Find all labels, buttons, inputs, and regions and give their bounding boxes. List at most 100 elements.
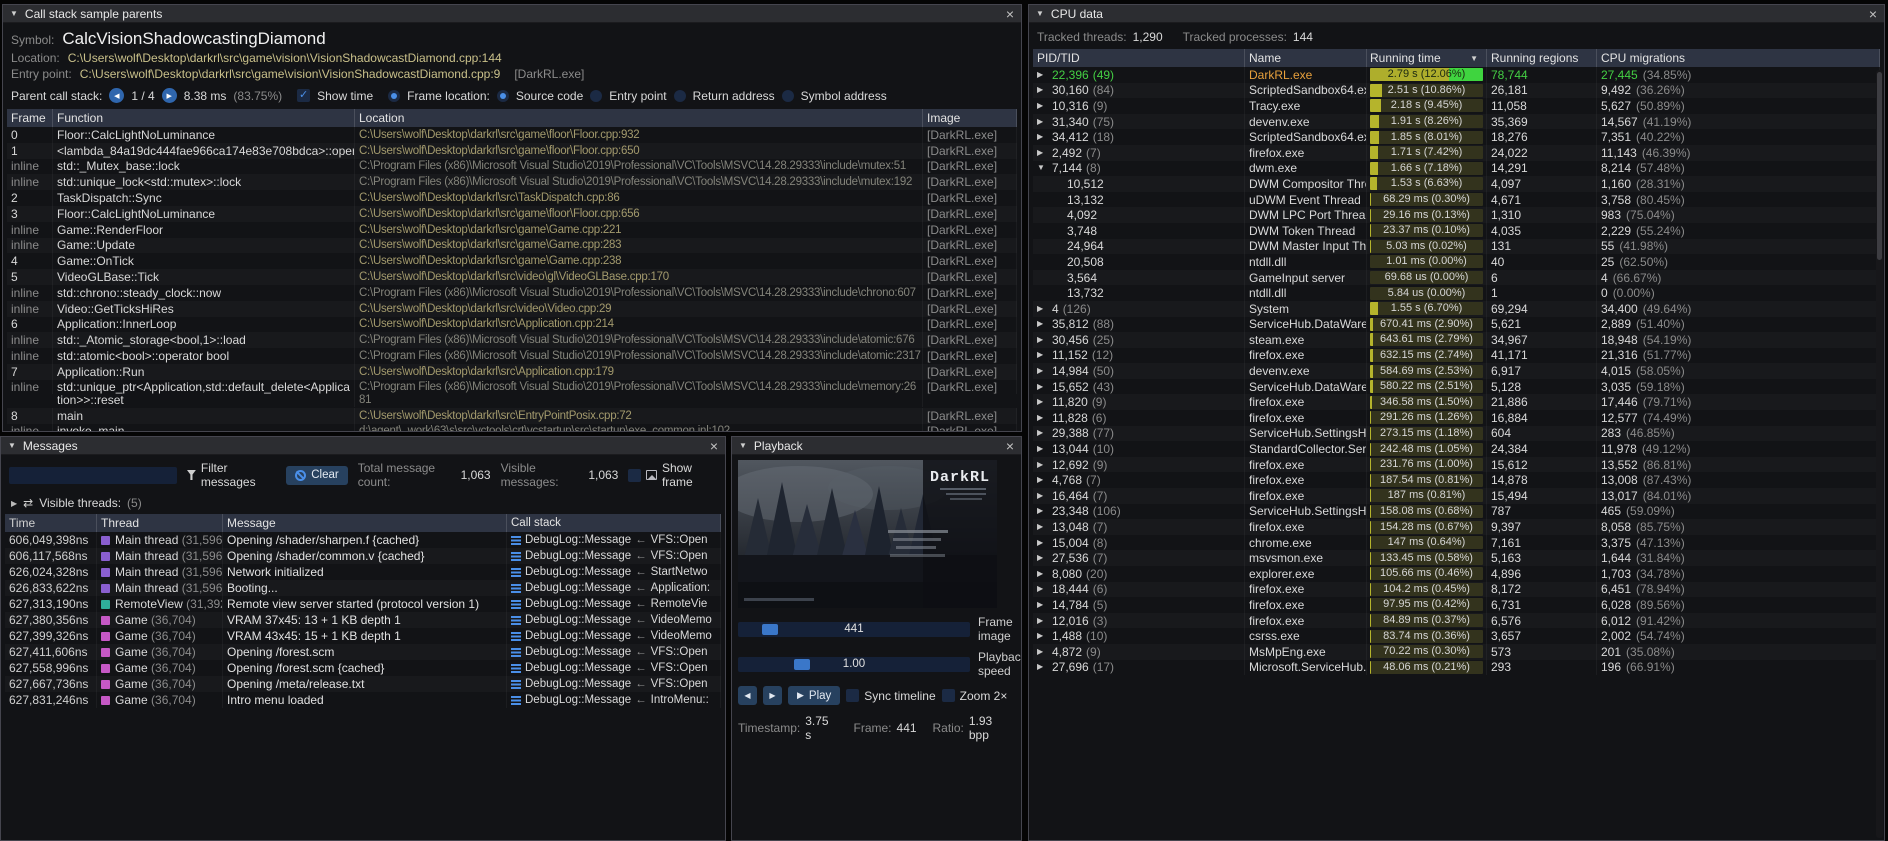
callstack-icon[interactable] <box>511 584 521 593</box>
cpu-row[interactable]: 13,732ntdll.dll5.84 us (0.00%)10(0.00%) <box>1033 285 1880 301</box>
expand-icon[interactable]: ▶ <box>1037 383 1048 391</box>
callstack-row[interactable]: 3Floor::CalcLightNoLuminanceC:\Users\wol… <box>7 206 1017 222</box>
cpu-row[interactable]: ▶2,492(7)firefox.exe1.71 s (7.42%)24,022… <box>1033 145 1880 161</box>
expand-icon[interactable]: ▶ <box>1037 86 1048 94</box>
step-forward-button[interactable]: ▶ <box>763 686 782 705</box>
callstack-icon[interactable] <box>511 648 521 657</box>
expand-icon[interactable]: ▶ <box>1037 149 1048 157</box>
callstack-row[interactable]: 6Application::InnerLoopC:\Users\wolf\Des… <box>7 317 1017 333</box>
message-row[interactable]: 627,313,190nsRemoteView (31,392)Remote v… <box>5 596 721 612</box>
expand-icon[interactable]: ▶ <box>1037 320 1048 328</box>
playback-speed-slider[interactable]: 1.00 <box>738 657 970 672</box>
cpu-row[interactable]: 24,964DWM Master Input Thread5.03 ms (0.… <box>1033 239 1880 255</box>
message-row[interactable]: 626,833,622nsMain thread (31,596)Booting… <box>5 580 721 596</box>
callstack-icon[interactable] <box>511 696 521 705</box>
callstack-icon[interactable] <box>511 600 521 609</box>
filter-input[interactable] <box>9 467 177 484</box>
callstack-row[interactable]: 0Floor::CalcLightNoLuminanceC:\Users\wol… <box>7 127 1017 143</box>
cpu-row[interactable]: ▶8,080(20)explorer.exe105.66 ms (0.46%)4… <box>1033 566 1880 582</box>
expand-icon[interactable]: ▶ <box>1037 554 1048 562</box>
radio-entry-point[interactable] <box>590 90 602 102</box>
cpu-row[interactable]: ▶12,016(3)firefox.exe84.89 ms (0.37%)6,5… <box>1033 613 1880 629</box>
column-header-frame[interactable]: Frame <box>7 109 53 127</box>
expand-icon[interactable]: ▶ <box>1037 118 1048 126</box>
callstack-row[interactable]: 7Application::RunC:\Users\wolf\Desktop\d… <box>7 364 1017 380</box>
next-parent-button[interactable]: ▶ <box>162 88 177 103</box>
expand-icon[interactable]: ▶ <box>1037 351 1048 359</box>
callstack-row[interactable]: inlineinvoke_maind:\agent\_work\63\s\src… <box>7 424 1017 431</box>
cpu-row[interactable]: ▶1,488(10)csrss.exe83.74 ms (0.36%)3,657… <box>1033 628 1880 644</box>
scrollbar-thumb[interactable] <box>1877 72 1882 260</box>
cpu-row[interactable]: ▶4(126)System1.55 s (6.70%)69,29434,400(… <box>1033 301 1880 317</box>
cpu-row[interactable]: ▶27,696(17)Microsoft.ServiceHub.Controll… <box>1033 660 1880 676</box>
column-header-function[interactable]: Function <box>53 109 355 127</box>
message-row[interactable]: 626,024,328nsMain thread (31,596)Network… <box>5 564 721 580</box>
message-row[interactable]: 627,667,736nsGame (36,704)Opening /meta/… <box>5 676 721 692</box>
expand-icon[interactable]: ▶ <box>1037 617 1048 625</box>
column-header-running-regions[interactable]: Running regions <box>1487 49 1597 67</box>
expand-icon[interactable]: ▶ <box>1037 461 1048 469</box>
collapse-icon[interactable]: ▼ <box>10 10 18 18</box>
column-header-callstack[interactable]: Call stack <box>507 514 721 532</box>
radio-source-code[interactable] <box>497 90 509 102</box>
scrollbar[interactable] <box>1876 70 1883 838</box>
callstack-icon[interactable] <box>511 568 521 577</box>
filter-messages-label[interactable]: Filter messages <box>201 461 276 489</box>
expand-icon[interactable]: ▶ <box>1037 632 1048 640</box>
frame-image-slider[interactable]: 441 <box>738 622 970 637</box>
expand-icon[interactable]: ▶ <box>1037 601 1048 609</box>
expand-icon[interactable]: ▶ <box>1037 492 1048 500</box>
expand-threads-icon[interactable]: ▶ <box>11 499 17 508</box>
expand-icon[interactable]: ▶ <box>1037 133 1048 141</box>
zoom-2x-checkbox[interactable] <box>942 689 955 702</box>
callstack-icon[interactable] <box>511 680 521 689</box>
cpu-row[interactable]: ▼7,144(8)dwm.exe1.66 s (7.18%)14,2918,21… <box>1033 161 1880 177</box>
cpu-row[interactable]: ▶18,444(6)firefox.exe104.2 ms (0.45%)8,1… <box>1033 582 1880 598</box>
radio-return-address[interactable] <box>674 90 686 102</box>
collapse-icon[interactable]: ▼ <box>1037 164 1048 172</box>
cpu-row[interactable]: ▶13,044(10)StandardCollector.Service242.… <box>1033 441 1880 457</box>
titlebar-cpu-data[interactable]: ▼ CPU data × <box>1029 5 1884 23</box>
cpu-row[interactable]: 3,748DWM Token Thread23.37 ms (0.10%)4,0… <box>1033 223 1880 239</box>
expand-icon[interactable]: ▶ <box>1037 102 1048 110</box>
close-icon[interactable]: × <box>1006 7 1014 21</box>
expand-icon[interactable]: ▶ <box>1037 648 1048 656</box>
message-row[interactable]: 627,558,996nsGame (36,704)Opening /fores… <box>5 660 721 676</box>
callstack-row[interactable]: 5VideoGLBase::TickC:\Users\wolf\Desktop\… <box>7 269 1017 285</box>
callstack-row[interactable]: inlinestd::chrono::steady_clock::nowC:\P… <box>7 285 1017 301</box>
callstack-row[interactable]: 1<lambda_84a19dc444fae966ca174e83e708bdc… <box>7 143 1017 159</box>
frame-location-radio[interactable] <box>388 90 400 102</box>
column-header-location[interactable]: Location <box>355 109 923 127</box>
titlebar-playback[interactable]: ▼ Playback × <box>732 437 1021 455</box>
column-header-message[interactable]: Message <box>223 514 507 532</box>
cpu-row[interactable]: ▶35,812(88)ServiceHub.DataWarehouse670.4… <box>1033 317 1880 333</box>
cpu-row[interactable]: ▶30,160(84)ScriptedSandbox64.exe2.51 s (… <box>1033 83 1880 99</box>
column-header-running-time[interactable]: Running time ▼ <box>1367 49 1487 67</box>
collapse-icon[interactable]: ▼ <box>8 442 16 450</box>
expand-icon[interactable]: ▶ <box>1037 414 1048 422</box>
message-row[interactable]: 627,399,326nsGame (36,704)VRAM 43x45: 15… <box>5 628 721 644</box>
clear-button[interactable]: Clear <box>286 466 347 485</box>
cpu-row[interactable]: ▶14,984(50)devenv.exe584.69 ms (2.53%)6,… <box>1033 363 1880 379</box>
callstack-row[interactable]: 2TaskDispatch::SyncC:\Users\wolf\Desktop… <box>7 190 1017 206</box>
column-header-image[interactable]: Image <box>923 109 1017 127</box>
expand-icon[interactable]: ▶ <box>1037 476 1048 484</box>
cpu-row[interactable]: ▶4,872(9)MsMpEng.exe70.22 ms (0.30%)5732… <box>1033 644 1880 660</box>
cpu-row[interactable]: ▶22,396(49)DarkRL.exe2.79 s (12.06%)78,7… <box>1033 67 1880 83</box>
expand-icon[interactable]: ▶ <box>1037 570 1048 578</box>
close-icon[interactable]: × <box>1869 7 1877 21</box>
cpu-row[interactable]: ▶16,464(7)firefox.exe187 ms (0.81%)15,49… <box>1033 488 1880 504</box>
cpu-row[interactable]: ▶34,412(18)ScriptedSandbox64.exe1.85 s (… <box>1033 129 1880 145</box>
play-button[interactable]: ▶ Play <box>788 686 840 705</box>
callstack-icon[interactable] <box>511 552 521 561</box>
cpu-row[interactable]: ▶15,652(43)ServiceHub.DataWarehouse580.2… <box>1033 379 1880 395</box>
callstack-row[interactable]: inlineGame::RenderFloorC:\Users\wolf\Des… <box>7 222 1017 238</box>
cpu-row[interactable]: ▶13,048(7)firefox.exe154.28 ms (0.67%)9,… <box>1033 519 1880 535</box>
cpu-row[interactable]: ▶11,152(12)firefox.exe632.15 ms (2.74%)4… <box>1033 348 1880 364</box>
titlebar-callstack[interactable]: ▼ Call stack sample parents × <box>3 5 1021 23</box>
message-row[interactable]: 627,380,356nsGame (36,704)VRAM 37x45: 13… <box>5 612 721 628</box>
cpu-row[interactable]: ▶15,004(8)chrome.exe147 ms (0.64%)7,1613… <box>1033 535 1880 551</box>
callstack-icon[interactable] <box>511 616 521 625</box>
expand-icon[interactable]: ▶ <box>1037 367 1048 375</box>
cpu-row[interactable]: 3,564GameInput server69.68 us (0.00%)64(… <box>1033 270 1880 286</box>
